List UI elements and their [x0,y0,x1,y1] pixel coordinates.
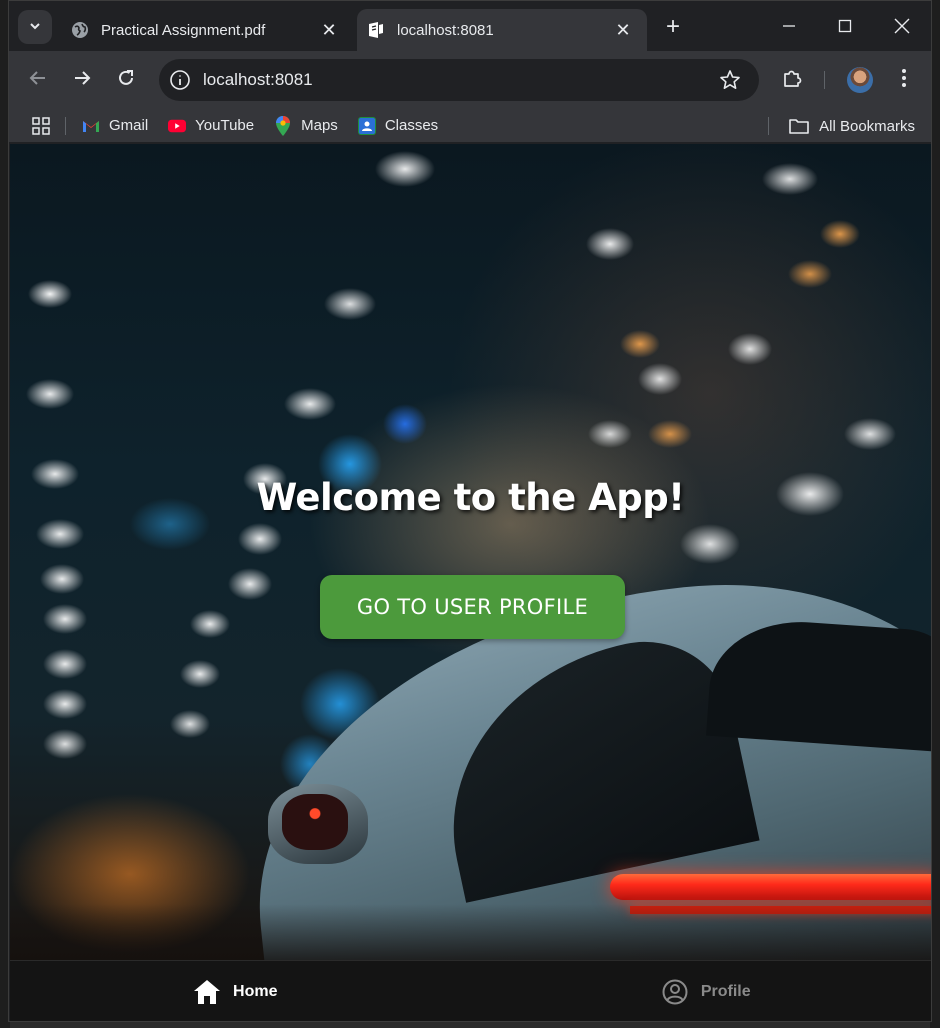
close-icon[interactable]: ✕ [611,18,635,42]
tab-strip: Practical Assignment.pdf ✕ localhost:808… [9,1,931,51]
toolbar-separator [824,71,825,89]
all-bookmarks-button[interactable]: All Bookmarks [768,109,915,143]
new-tab-button[interactable]: + [659,13,687,41]
tab-profile-label: Profile [700,982,751,1000]
puzzle-icon [781,67,803,94]
bookmark-label: Gmail [109,117,149,134]
bookmark-label: YouTube [195,117,255,134]
browser-window: Practical Assignment.pdf ✕ localhost:808… [8,0,932,1022]
home-icon [193,978,221,1006]
folder-icon [789,118,809,134]
expo-icon [367,21,385,39]
go-to-user-profile-button[interactable]: GO TO USER PROFILE [320,575,625,639]
bookmark-youtube[interactable]: YouTube [168,117,254,135]
user-circle-icon [661,978,689,1006]
bookmark-label: Maps [301,117,338,134]
apps-grid-icon[interactable] [31,116,51,136]
site-info-icon[interactable] [167,67,193,93]
tab-profile[interactable]: Profile [471,961,932,1021]
close-icon[interactable]: ✕ [317,18,341,42]
bookmark-classes[interactable]: Classes [357,116,439,135]
youtube-icon [168,117,187,135]
avatar[interactable] [847,67,873,93]
bookmark-gmail[interactable]: Gmail [82,117,148,135]
car-image-taillight [610,874,931,900]
chevron-down-icon [28,19,42,36]
bookmark-maps[interactable]: Maps [274,115,338,136]
bookmarks-separator [768,117,770,135]
reload-button[interactable] [109,63,143,97]
close-window-button[interactable] [879,9,925,43]
bookmark-label: Classes [384,117,439,134]
tab-search-button[interactable] [18,10,52,44]
more-vertical-icon [901,68,907,93]
app-page: Welcome to the App! GO TO USER PROFILE [10,144,931,960]
gmail-icon [82,117,100,135]
minimize-button[interactable] [766,9,812,43]
classes-icon [357,116,376,135]
arrow-left-icon [28,68,48,93]
bookmarks-bar: Gmail YouTube Maps Classes All Bookmarks [9,109,931,143]
reload-icon [116,68,136,93]
tab-home-label: Home [233,982,278,1000]
back-button[interactable] [21,63,55,97]
browser-toolbar: localhost:8081 [9,51,931,109]
globe-icon [71,21,89,39]
address-text[interactable]: localhost:8081 [203,70,715,90]
bottom-tab-bar: Home Profile [10,960,932,1021]
tab-localhost[interactable]: localhost:8081 ✕ [357,9,647,51]
bookmarks-separator [65,116,66,135]
tab-title: Practical Assignment.pdf [101,21,266,39]
car-image-floor-shadow [10,904,931,960]
arrow-right-icon [72,68,92,93]
all-bookmarks-label: All Bookmarks [819,117,915,135]
page-title: Welcome to the App! [256,476,685,519]
maximize-button[interactable] [822,9,868,43]
forward-button[interactable] [65,63,99,97]
bookmark-star-icon[interactable] [715,65,745,95]
extensions-button[interactable] [775,63,809,97]
menu-button[interactable] [887,63,921,97]
maps-icon [274,115,292,136]
tab-title: localhost:8081 [397,21,494,39]
address-bar[interactable]: localhost:8081 [159,59,759,101]
tab-practical-assignment[interactable]: Practical Assignment.pdf ✕ [61,9,353,51]
tab-home[interactable]: Home [10,961,471,1021]
car-image-mirror-light [282,794,348,850]
